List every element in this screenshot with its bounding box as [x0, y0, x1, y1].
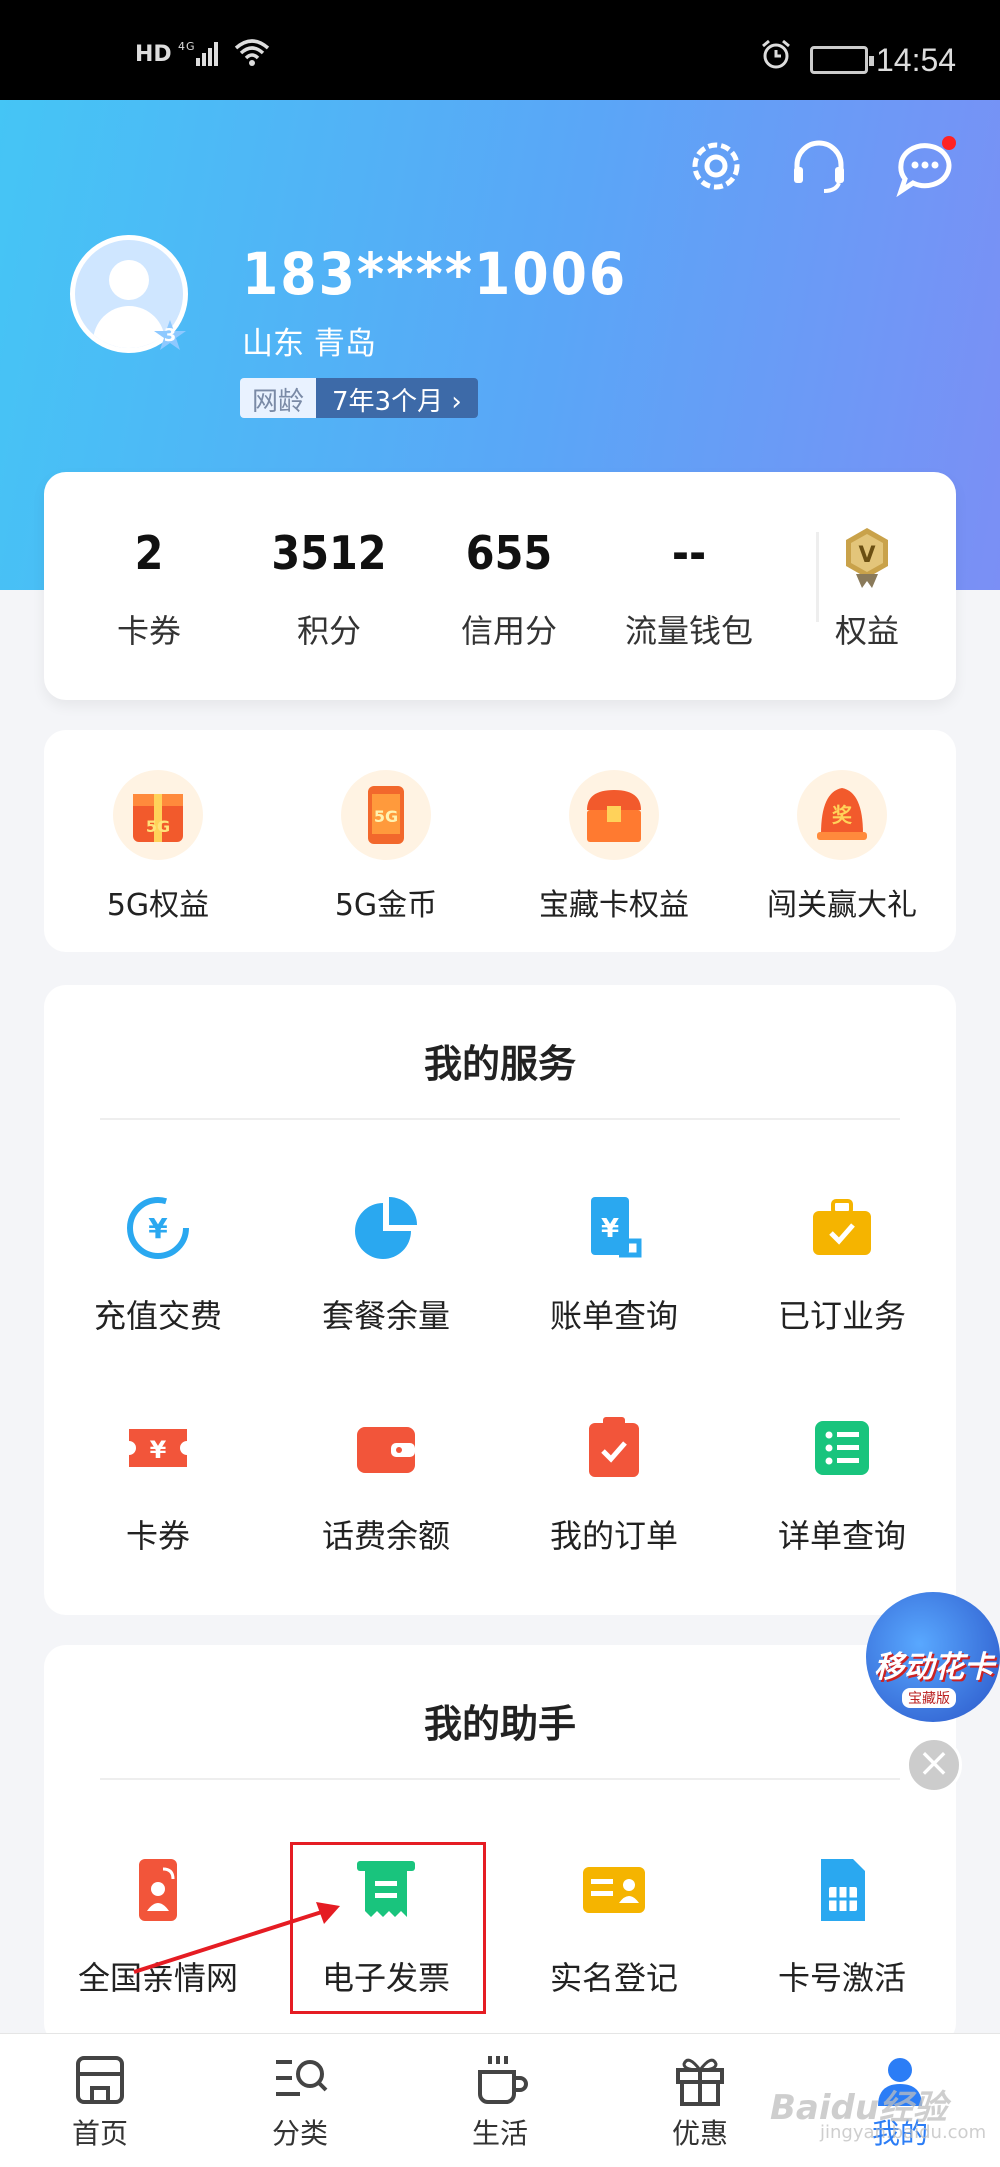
close-icon[interactable]: ×: [906, 1737, 962, 1793]
service-subscriptions[interactable]: 已订业务: [728, 1193, 956, 1337]
prize-bell-icon: 奖: [797, 770, 887, 860]
gift-icon: [670, 2052, 730, 2108]
hd-indicator: HD: [135, 42, 172, 67]
net-age-badge[interactable]: 网龄 7年3个月 ›: [240, 378, 478, 418]
alarm-icon: [760, 38, 792, 78]
promo-treasure-card[interactable]: 宝藏卡权益: [500, 770, 728, 924]
treasure-box-icon: [569, 770, 659, 860]
nav-life[interactable]: 生活: [400, 2052, 600, 2152]
bill-icon: ¥: [579, 1193, 649, 1263]
category-search-icon: [270, 2052, 330, 2108]
svg-text:V: V: [858, 543, 875, 568]
promo-card: 5G 5G权益 5G 5G金币 宝藏卡权益 奖 闯关赢大礼: [44, 730, 956, 952]
svg-text:奖: 奖: [832, 803, 853, 827]
id-card-icon: [579, 1855, 649, 1925]
stats-card: 2 卡券 3512 积分 655 信用分 -- 流量钱包 V 权益: [44, 472, 956, 700]
annotation-arrow: [133, 1902, 340, 1974]
floating-promo-badge[interactable]: 移动花卡 宝藏版: [866, 1592, 1000, 1722]
location: 山东 青岛: [242, 326, 376, 362]
svg-text:5G: 5G: [374, 807, 398, 826]
svg-text:¥: ¥: [148, 1212, 168, 1245]
section-title: 我的服务: [423, 1042, 576, 1086]
net-age-value: 7年3个月 ›: [316, 378, 478, 418]
service-bill-query[interactable]: ¥ 账单查询: [500, 1193, 728, 1337]
avatar-level-star-icon: 3: [152, 318, 188, 354]
coffee-cup-icon: [470, 2052, 530, 2108]
5g-gift-icon: 5G: [113, 770, 203, 860]
nav-home[interactable]: 首页: [0, 2052, 200, 2152]
status-bar: HD 4G 14:54: [0, 0, 1000, 100]
vip-medal-icon: V: [842, 526, 892, 588]
svg-text:¥: ¥: [150, 1436, 167, 1464]
signal-icon: 4G: [178, 38, 228, 74]
my-assistant-card: 我的助手 全国亲情网 电子发票 实名登记 卡号激活: [44, 1645, 956, 2045]
5g-coin-icon: 5G: [341, 770, 431, 860]
clock: 14:54: [876, 42, 957, 78]
service-my-orders[interactable]: 我的订单: [500, 1413, 728, 1557]
assistant-real-name[interactable]: 实名登记: [500, 1855, 728, 1999]
wifi-icon: [232, 36, 272, 75]
section-title: 我的助手: [423, 1702, 576, 1746]
service-plan-balance[interactable]: 套餐余量: [272, 1193, 500, 1337]
service-recharge[interactable]: ¥ 充值交费: [44, 1193, 272, 1337]
svg-text:¥: ¥: [601, 1214, 619, 1244]
stat-points[interactable]: 3512 积分: [244, 526, 414, 652]
wallet-icon: [351, 1413, 421, 1483]
stat-coupons[interactable]: 2 卡券: [64, 526, 234, 652]
net-age-label: 网龄: [240, 378, 317, 418]
promo-5g-benefits[interactable]: 5G 5G权益: [44, 770, 272, 924]
promo-challenge-prize[interactable]: 奖 闯关赢大礼: [728, 770, 956, 924]
svg-text:5G: 5G: [146, 817, 170, 836]
divider: [100, 1118, 900, 1120]
message-icon[interactable]: [893, 135, 956, 198]
stat-benefits[interactable]: V 权益: [782, 526, 952, 652]
sim-card-icon: [807, 1855, 877, 1925]
svg-text:4G: 4G: [178, 40, 196, 53]
clipboard-check-icon: [579, 1413, 649, 1483]
list-icon: [807, 1413, 877, 1483]
pie-chart-icon: [351, 1193, 421, 1263]
divider: [100, 1778, 900, 1780]
briefcase-icon: [807, 1193, 877, 1263]
stat-data-wallet[interactable]: -- 流量钱包: [604, 526, 774, 652]
settings-gear-icon[interactable]: [685, 135, 747, 197]
service-coupons[interactable]: ¥ 卡券: [44, 1413, 272, 1557]
my-services-card: 我的服务 ¥ 充值交费 套餐余量 ¥ 账单查询 已订业务 ¥ 卡券 话费余额 我…: [44, 985, 956, 1615]
nav-category[interactable]: 分类: [200, 2052, 400, 2152]
stat-credit[interactable]: 655 信用分: [424, 526, 594, 652]
recharge-icon: ¥: [123, 1193, 193, 1263]
promo-5g-coins[interactable]: 5G 5G金币: [272, 770, 500, 924]
service-phone-balance[interactable]: 话费余额: [272, 1413, 500, 1557]
headset-service-icon[interactable]: [788, 135, 850, 197]
coupon-icon: ¥: [123, 1413, 193, 1483]
assistant-sim-activation[interactable]: 卡号激活: [728, 1855, 956, 1999]
home-store-icon: [70, 2052, 130, 2108]
battery-icon: [810, 46, 874, 74]
watermark-url: jingyan.baidu.com: [820, 2122, 987, 2143]
phone-number: 183****1006: [242, 240, 628, 308]
service-detail-records[interactable]: 详单查询: [728, 1413, 956, 1557]
